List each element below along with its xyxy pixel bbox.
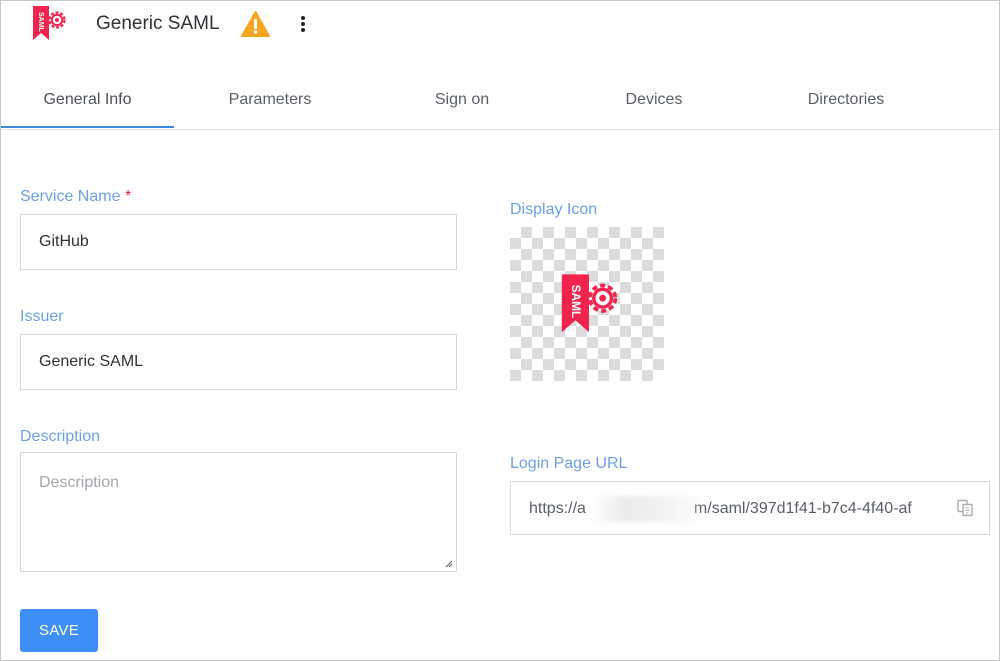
active-tab-indicator — [1, 126, 174, 128]
service-name-input[interactable]: GitHub — [20, 214, 457, 270]
tab-parameters[interactable]: Parameters — [174, 70, 366, 128]
tab-devices[interactable]: Devices — [558, 70, 750, 128]
saml-logo-icon: SAML — [561, 274, 618, 333]
app-header: SAML Generic SAML — [0, 0, 1000, 48]
warning-icon[interactable] — [240, 10, 271, 38]
save-button[interactable]: SAVE — [20, 609, 98, 652]
service-name-label: Service Name * — [20, 188, 132, 205]
saml-logo-icon: SAML — [33, 6, 66, 40]
resize-grip-icon[interactable] — [445, 560, 453, 568]
tab-bar: General Info Parameters Sign on Devices … — [1, 70, 999, 130]
svg-text:SAML: SAML — [37, 12, 44, 33]
copy-icon[interactable] — [956, 499, 974, 517]
tab-directories[interactable]: Directories — [750, 70, 942, 128]
description-textarea[interactable]: Description — [20, 452, 457, 572]
more-vertical-icon[interactable] — [294, 14, 312, 36]
service-name-value: GitHub — [39, 233, 89, 250]
required-mark: * — [124, 188, 132, 205]
description-placeholder: Description — [39, 474, 120, 491]
issuer-value: Generic SAML — [39, 353, 144, 370]
login-url-value: https://a m/saml/397d1f41-b7c4-4f40-af — [529, 500, 912, 517]
app-title: Generic SAML — [96, 13, 220, 34]
description-label: Description — [20, 428, 101, 445]
svg-text:SAML: SAML — [569, 285, 583, 319]
tab-general-info[interactable]: General Info — [1, 70, 174, 128]
tab-sign-on[interactable]: Sign on — [366, 70, 558, 128]
display-icon-label: Display Icon — [510, 201, 598, 218]
login-url-label: Login Page URL — [510, 455, 628, 472]
issuer-input[interactable]: Generic SAML — [20, 334, 457, 390]
login-url-field[interactable]: https://a m/saml/397d1f41-b7c4-4f40-af — [510, 481, 990, 535]
issuer-label: Issuer — [20, 308, 64, 325]
display-icon-preview[interactable]: SAML — [510, 227, 664, 381]
redacted-region — [595, 496, 700, 522]
